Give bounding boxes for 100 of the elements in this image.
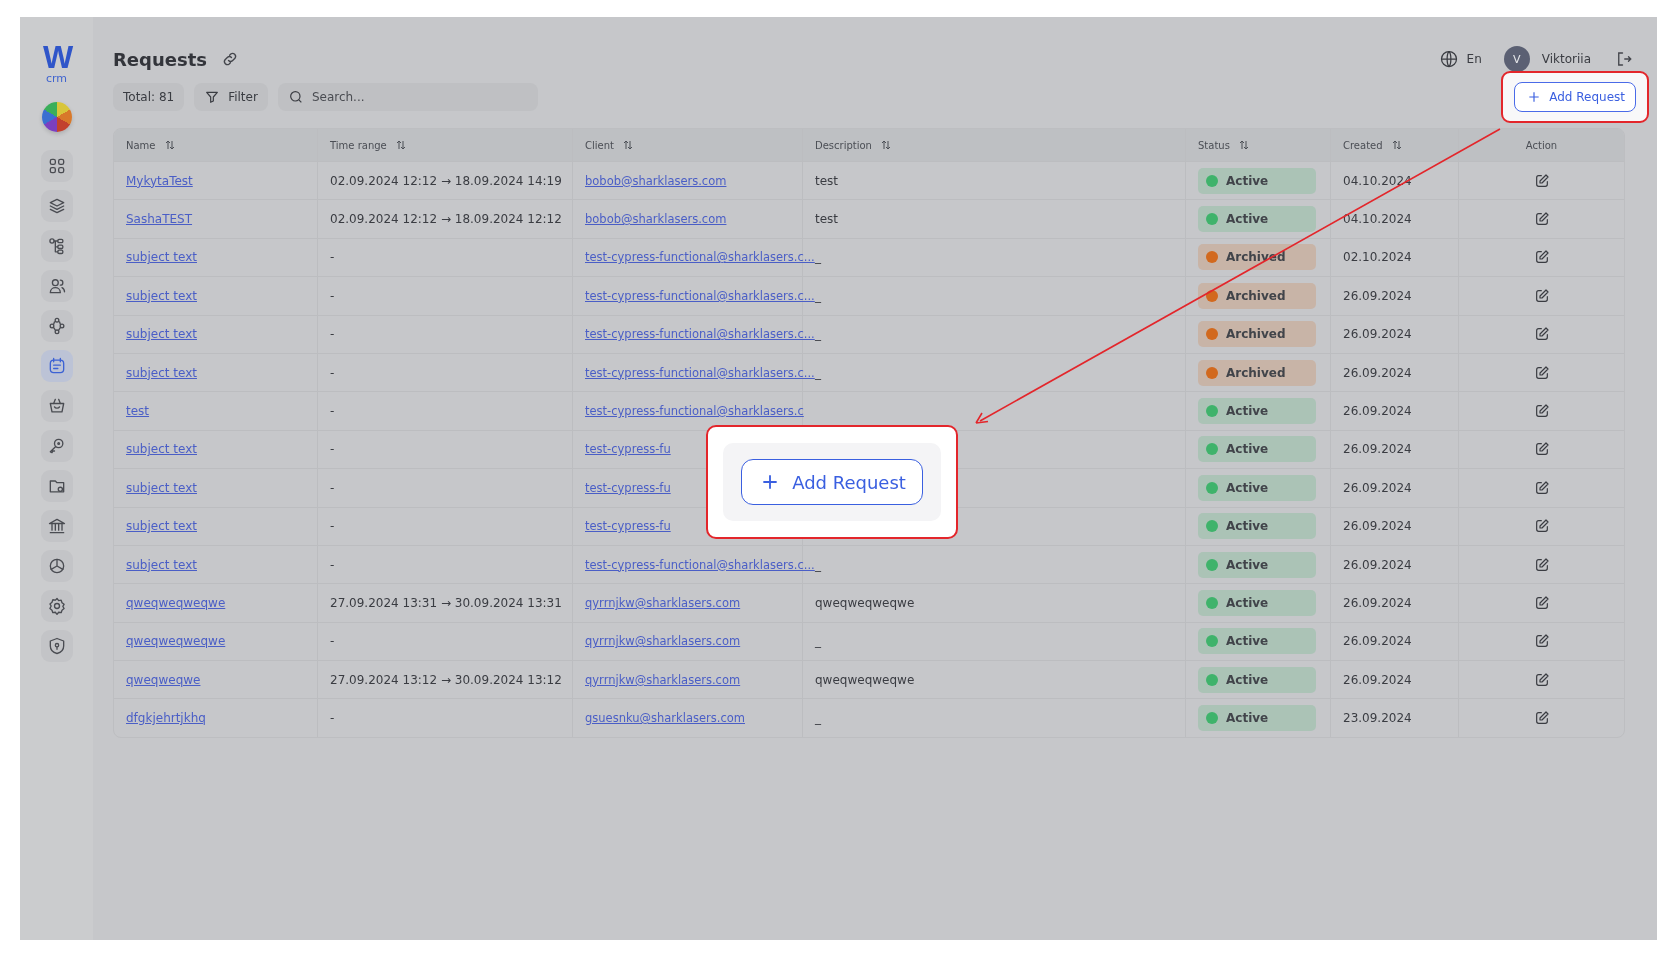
column-header[interactable]: Description [815, 139, 892, 151]
link-icon[interactable] [221, 50, 239, 68]
column-header[interactable]: Name [126, 139, 176, 151]
request-link[interactable]: subject text [126, 480, 197, 495]
add-request-button[interactable]: Add Request [741, 459, 923, 505]
user-name: Viktoriia [1541, 52, 1591, 66]
request-link[interactable]: qweqweqweqwe [126, 634, 226, 649]
logo[interactable]: W crm [42, 41, 71, 84]
sidebar-button[interactable] [40, 470, 73, 502]
edit-icon[interactable] [1533, 211, 1550, 228]
request-link[interactable]: SashaTEST [126, 212, 193, 227]
request-link[interactable]: test [126, 404, 150, 419]
request-link[interactable]: subject text [126, 442, 197, 457]
request-link[interactable]: MykytaTest [126, 173, 193, 188]
table-cell: - [330, 519, 335, 534]
status-badge: Active [1198, 628, 1316, 655]
edit-icon[interactable] [1533, 287, 1550, 304]
column-header[interactable]: Time range [330, 139, 407, 151]
request-link[interactable]: subject text [126, 250, 197, 265]
search-field[interactable]: Search... [277, 83, 538, 111]
table-cell: test [815, 173, 839, 188]
workspace-icon[interactable] [41, 102, 72, 132]
sidebar-button[interactable] [40, 230, 73, 262]
language-button[interactable]: En [1438, 49, 1482, 69]
column-header[interactable]: Created [1343, 139, 1403, 151]
table-cell: _ [815, 557, 821, 572]
bank-icon [46, 516, 67, 536]
table-cell: 23.09.2024 [1343, 711, 1412, 726]
request-link[interactable]: qweqweqwe [126, 672, 201, 687]
table-cell: 02.09.2024 12:12 → 18.09.2024 12:12 [330, 212, 562, 227]
sidebar-button[interactable] [40, 390, 73, 422]
sidebar-button[interactable] [40, 590, 73, 622]
filter-icon [204, 89, 221, 105]
column-header[interactable]: Action [1525, 139, 1558, 151]
table-cell: 02.10.2024 [1343, 250, 1412, 265]
sidebar-button[interactable] [40, 550, 73, 582]
client-email-link[interactable]: qyrrnjkw@sharklasers.com [585, 596, 741, 610]
client-email-link[interactable]: qyrrnjkw@sharklasers.com [585, 634, 741, 649]
column-header[interactable]: Status [1198, 139, 1250, 151]
table-cell: 26.09.2024 [1343, 404, 1412, 419]
sidebar-button[interactable] [40, 310, 73, 342]
table-cell: - [330, 480, 335, 495]
sidebar-button[interactable] [40, 270, 73, 302]
edit-icon[interactable] [1533, 671, 1550, 688]
table-cell: test [815, 212, 839, 227]
request-link[interactable]: subject text [126, 288, 197, 303]
table-cell: 26.09.2024 [1343, 480, 1412, 495]
user-avatar[interactable]: V [1503, 46, 1530, 72]
client-email-link[interactable]: test-cypress-fu [585, 519, 671, 534]
sort-icon [879, 139, 892, 151]
table-cell: _ [815, 711, 821, 726]
table-cell: - [330, 557, 335, 572]
client-email-link[interactable]: bobob@sharklasers.com [585, 173, 727, 188]
edit-icon[interactable] [1533, 595, 1550, 611]
column-header[interactable]: Client [585, 139, 634, 151]
edit-icon[interactable] [1533, 556, 1550, 573]
edit-icon[interactable] [1533, 441, 1550, 458]
edit-icon[interactable] [1533, 326, 1550, 343]
add-request-button[interactable]: Add Request [1514, 82, 1636, 112]
client-email-link[interactable]: test-cypress-functional@sharklasers.c... [585, 327, 815, 342]
edit-icon[interactable] [1533, 249, 1550, 266]
request-link[interactable]: qweqweqweqwe [126, 596, 226, 610]
edit-icon[interactable] [1533, 403, 1550, 420]
edit-icon[interactable] [1533, 710, 1550, 727]
request-link[interactable]: subject text [126, 557, 197, 572]
table-cell: 27.09.2024 13:31 → 30.09.2024 13:31 [330, 596, 562, 610]
sidebar-button[interactable] [40, 510, 73, 542]
client-email-link[interactable]: test-cypress-fu [585, 480, 671, 495]
client-email-link[interactable]: test-cypress-functional@sharklasers.c... [585, 557, 815, 572]
table-cell: _ [815, 250, 821, 265]
edit-icon[interactable] [1533, 633, 1550, 650]
table-cell: - [330, 711, 335, 726]
table-cell: qweqweqweqwe [815, 672, 915, 687]
table-cell: - [330, 404, 335, 419]
edit-icon[interactable] [1533, 364, 1550, 381]
request-link[interactable]: subject text [126, 365, 197, 380]
client-email-link[interactable]: test-cypress-functional@sharklasers.c [585, 404, 804, 419]
table-cell: qweqweqweqwe [815, 596, 915, 610]
client-email-link[interactable]: test-cypress-functional@sharklasers.c... [585, 250, 815, 265]
edit-icon[interactable] [1533, 518, 1550, 535]
sidebar-button[interactable] [40, 190, 73, 222]
sidebar-button[interactable] [40, 630, 73, 662]
client-email-link[interactable]: bobob@sharklasers.com [585, 212, 727, 227]
sidebar-button[interactable] [40, 150, 73, 182]
client-email-link[interactable]: test-cypress-functional@sharklasers.c... [585, 288, 815, 303]
request-link[interactable]: dfgkjehrtjkhq [126, 711, 206, 726]
edit-icon[interactable] [1533, 172, 1550, 189]
sidebar-button[interactable] [40, 350, 73, 382]
client-email-link[interactable]: test-cypress-functional@sharklasers.c... [585, 365, 815, 380]
filter-button[interactable]: Filter [194, 83, 268, 111]
edit-icon[interactable] [1533, 479, 1550, 496]
sort-icon [621, 139, 634, 151]
sidebar-button[interactable] [40, 430, 73, 462]
logout-icon[interactable] [1615, 50, 1633, 68]
client-email-link[interactable]: gsuesnku@sharklasers.com [585, 711, 745, 726]
table-cell: - [330, 250, 335, 265]
request-link[interactable]: subject text [126, 519, 197, 534]
client-email-link[interactable]: test-cypress-fu [585, 442, 671, 457]
client-email-link[interactable]: qyrrnjkw@sharklasers.com [585, 672, 741, 687]
request-link[interactable]: subject text [126, 327, 197, 342]
